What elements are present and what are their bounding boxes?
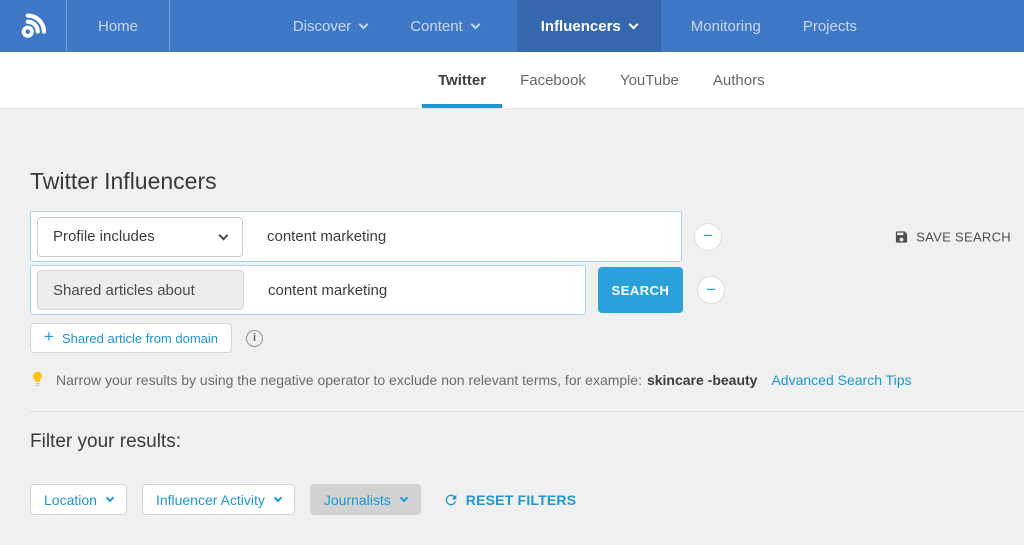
chevron-down-icon bbox=[359, 19, 369, 29]
nav-item-content[interactable]: Content bbox=[393, 0, 496, 52]
articles-query-input[interactable] bbox=[266, 281, 585, 300]
tab-label: Authors bbox=[713, 72, 765, 89]
chevron-down-icon bbox=[470, 19, 480, 29]
nav-item-label: Projects bbox=[803, 18, 857, 35]
search-row-profile: Profile includes − SAVE SEARCH bbox=[30, 211, 1024, 262]
nav-item-home[interactable]: Home bbox=[67, 0, 170, 52]
add-domain-label: Shared article from domain bbox=[62, 331, 218, 346]
nav-item-discover[interactable]: Discover bbox=[276, 0, 384, 52]
chevron-down-icon bbox=[628, 19, 638, 29]
chevron-down-icon bbox=[219, 230, 229, 240]
reset-filters-button[interactable]: RESET FILTERS bbox=[443, 492, 576, 508]
search-tip: Narrow your results by using the negativ… bbox=[30, 370, 1024, 390]
add-domain-button[interactable]: + Shared article from domain bbox=[30, 323, 232, 353]
nav-item-label: Content bbox=[410, 18, 463, 35]
tab-facebook[interactable]: Facebook bbox=[503, 52, 603, 108]
nav-item-influencers[interactable]: Influencers bbox=[517, 0, 661, 52]
filter-label: Journalists bbox=[324, 492, 391, 508]
field-type-static: Shared articles about bbox=[37, 270, 244, 310]
filter-row: Location Influencer Activity Journalists… bbox=[30, 484, 1024, 515]
buzzsumo-logo-icon bbox=[14, 7, 52, 45]
remove-row-button[interactable]: − bbox=[694, 223, 722, 251]
info-icon[interactable]: i bbox=[246, 330, 263, 347]
nav-item-label: Monitoring bbox=[691, 18, 761, 35]
save-search-button[interactable]: SAVE SEARCH bbox=[894, 229, 1011, 244]
reset-filters-label: RESET FILTERS bbox=[466, 492, 576, 508]
filter-influencer-activity-button[interactable]: Influencer Activity bbox=[142, 484, 295, 515]
field-type-label: Profile includes bbox=[53, 228, 155, 245]
query-box-profile: Profile includes bbox=[30, 211, 682, 262]
refresh-icon bbox=[443, 492, 459, 508]
search-button[interactable]: SEARCH bbox=[598, 267, 683, 313]
tab-twitter[interactable]: Twitter bbox=[421, 52, 503, 108]
add-domain-row: + Shared article from domain i bbox=[30, 323, 1024, 353]
tab-label: Facebook bbox=[520, 72, 586, 89]
page-title: Twitter Influencers bbox=[30, 109, 1024, 195]
filter-heading: Filter your results: bbox=[30, 412, 1024, 453]
tab-label: Twitter bbox=[438, 72, 486, 89]
nav-item-monitoring[interactable]: Monitoring bbox=[674, 0, 778, 52]
nav-item-label: Home bbox=[98, 18, 138, 35]
minus-icon: − bbox=[706, 281, 716, 298]
save-disk-icon bbox=[894, 229, 909, 244]
channel-tabs: Twitter Facebook YouTube Authors bbox=[0, 52, 1024, 109]
remove-row-button[interactable]: − bbox=[697, 276, 725, 304]
nav-right-padding bbox=[874, 0, 1024, 52]
filter-label: Location bbox=[44, 492, 97, 508]
chevron-down-icon bbox=[400, 494, 408, 502]
filter-label: Influencer Activity bbox=[156, 492, 265, 508]
filter-journalists-button[interactable]: Journalists bbox=[310, 484, 421, 515]
minus-icon: − bbox=[703, 227, 713, 244]
plus-icon: + bbox=[44, 327, 54, 347]
tip-example: skincare -beauty bbox=[647, 372, 758, 388]
nav-item-label: Discover bbox=[293, 18, 351, 35]
field-type-dropdown[interactable]: Profile includes bbox=[37, 217, 243, 257]
info-glyph: i bbox=[253, 332, 256, 344]
chevron-down-icon bbox=[274, 494, 282, 502]
tab-label: YouTube bbox=[620, 72, 679, 89]
app-logo[interactable] bbox=[0, 0, 67, 52]
query-box-articles: Shared articles about bbox=[30, 265, 586, 315]
top-navigation: Home Discover Content Influencers Monito… bbox=[0, 0, 1024, 52]
main-content: Twitter Influencers Profile includes − S… bbox=[0, 109, 1024, 515]
search-row-articles: Shared articles about SEARCH − bbox=[30, 265, 1024, 315]
field-type-label: Shared articles about bbox=[53, 282, 195, 299]
tip-text: Narrow your results by using the negativ… bbox=[56, 372, 642, 388]
tab-youtube[interactable]: YouTube bbox=[603, 52, 696, 108]
lightbulb-icon bbox=[30, 370, 45, 390]
nav-item-projects[interactable]: Projects bbox=[786, 0, 874, 52]
advanced-search-tips-link[interactable]: Advanced Search Tips bbox=[771, 372, 911, 388]
filter-location-button[interactable]: Location bbox=[30, 484, 127, 515]
nav-spacer bbox=[170, 0, 276, 52]
chevron-down-icon bbox=[106, 494, 114, 502]
profile-query-input[interactable] bbox=[265, 227, 681, 246]
save-search-label: SAVE SEARCH bbox=[916, 229, 1011, 244]
nav-item-label: Influencers bbox=[541, 18, 621, 35]
tab-authors[interactable]: Authors bbox=[696, 52, 782, 108]
